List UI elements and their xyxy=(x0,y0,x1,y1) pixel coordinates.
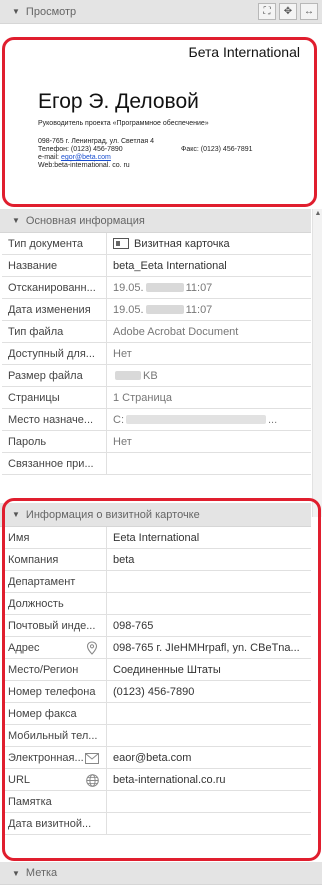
basic-info-grid: Тип документа Визитная карточка Название… xyxy=(2,233,311,475)
property-key: Тип документа xyxy=(2,233,107,254)
redacted-text xyxy=(145,283,184,292)
property-value: 19.05. 11:07 xyxy=(107,299,311,320)
scan-date: 19.05. xyxy=(113,281,144,294)
business-card-icon xyxy=(113,238,129,249)
destination-ellipsis: ... xyxy=(268,413,278,426)
property-key: Место назначе... xyxy=(2,409,107,430)
property-value: C:... xyxy=(107,409,311,430)
table-row[interactable]: Связанное при... xyxy=(2,453,311,475)
basic-info-header-label: Основная информация xyxy=(25,214,145,227)
table-row[interactable]: Место назначе... C:... xyxy=(2,409,311,431)
file-size-unit: KB xyxy=(143,369,158,382)
table-row[interactable]: Доступный для... Нет xyxy=(2,343,311,365)
property-key: Страницы xyxy=(2,387,107,408)
collapse-triangle-icon[interactable]: ▼ xyxy=(12,869,20,878)
property-key: Пароль xyxy=(2,431,107,452)
property-value: 1 Страница xyxy=(113,391,173,404)
modified-date: 19.05. xyxy=(113,303,144,316)
fit-width-icon[interactable]: ↔ xyxy=(300,3,318,20)
table-row[interactable]: Отсканированн... 19.05. 11:07 xyxy=(2,277,311,299)
property-key: Связанное при... xyxy=(2,453,107,474)
table-row[interactable]: Размер файла KB xyxy=(2,365,311,387)
table-row[interactable]: Название beta_Eeta International xyxy=(2,255,311,277)
destination-drive: C: xyxy=(113,413,124,426)
property-key: Размер файла xyxy=(2,365,107,386)
label-header[interactable]: ▼ Метка xyxy=(0,862,322,885)
basic-info-header[interactable]: ▼ Основная информация xyxy=(0,209,311,233)
move-icon[interactable]: ✥ xyxy=(279,3,297,20)
card-info-highlight-frame xyxy=(2,498,321,861)
preview-toolbar: ⛶ ✥ ↔ xyxy=(258,3,318,20)
redacted-text xyxy=(126,415,266,424)
property-value: Визитная карточка xyxy=(107,233,311,254)
property-key: Отсканированн... xyxy=(2,277,107,298)
modified-time: 11:07 xyxy=(185,303,213,316)
preview-header[interactable]: ▼ Просмотр ⛶ ✥ ↔ xyxy=(0,0,322,24)
property-key: Тип файла xyxy=(2,321,107,342)
scroll-up-arrow-icon[interactable]: ▲ xyxy=(313,209,322,219)
table-row[interactable]: Тип документа Визитная карточка xyxy=(2,233,311,255)
table-row[interactable]: Пароль Нет xyxy=(2,431,311,453)
fit-page-icon[interactable]: ⛶ xyxy=(258,3,276,20)
property-key: Дата изменения xyxy=(2,299,107,320)
property-value: KB xyxy=(107,365,311,386)
property-key: Доступный для... xyxy=(2,343,107,364)
property-value: Нет xyxy=(113,347,132,360)
preview-header-label: Просмотр xyxy=(25,5,77,18)
property-value: 19.05. 11:07 xyxy=(107,277,311,298)
scan-time: 11:07 xyxy=(185,281,213,294)
redacted-text xyxy=(145,305,184,314)
label-header-label: Метка xyxy=(25,867,58,879)
property-value: Adobe Acrobat Document xyxy=(113,325,239,338)
property-value[interactable]: beta_Eeta International xyxy=(107,255,311,276)
redacted-text xyxy=(115,371,141,380)
vertical-scrollbar[interactable]: ▲ xyxy=(312,209,322,517)
table-row[interactable]: Дата изменения 19.05. 11:07 xyxy=(2,299,311,321)
preview-highlight-frame xyxy=(2,37,317,207)
table-row[interactable]: Страницы 1 Страница xyxy=(2,387,311,409)
property-value[interactable] xyxy=(107,453,311,474)
collapse-triangle-icon[interactable]: ▼ xyxy=(12,7,20,16)
property-value: Нет xyxy=(113,435,132,448)
table-row[interactable]: Тип файла Adobe Acrobat Document xyxy=(2,321,311,343)
document-type-value: Визитная карточка xyxy=(134,237,230,250)
collapse-triangle-icon[interactable]: ▼ xyxy=(12,216,20,225)
property-key: Название xyxy=(2,255,107,276)
